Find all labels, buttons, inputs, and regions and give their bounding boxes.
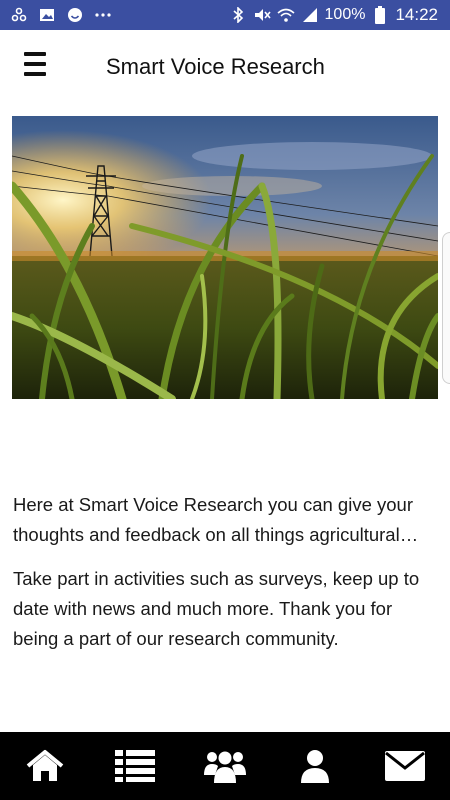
mute-icon	[253, 6, 271, 24]
page-title: Smart Voice Research	[106, 54, 325, 79]
app-header: Smart Voice Research	[0, 30, 450, 102]
sunset-field-image	[12, 116, 438, 399]
nav-mail[interactable]	[375, 736, 435, 796]
battery-icon	[371, 6, 389, 24]
intro-paragraph-2: Take part in activities such as surveys,…	[13, 568, 420, 649]
edge-panel-handle[interactable]	[442, 232, 450, 384]
status-bar: 100% 14:22	[0, 0, 450, 30]
nav-home[interactable]	[15, 736, 75, 796]
clock: 14:22	[395, 5, 438, 24]
nav-profile[interactable]	[285, 736, 345, 796]
hero-image	[12, 116, 438, 399]
bottom-navigation	[0, 732, 450, 800]
pinwheel-icon	[10, 6, 28, 24]
hamburger-menu-icon[interactable]	[24, 52, 46, 76]
nav-list[interactable]	[105, 736, 165, 796]
community-icon	[204, 751, 246, 783]
signal-icon	[301, 6, 319, 24]
mail-icon	[385, 751, 425, 781]
status-left-icons	[0, 6, 112, 24]
battery-percent: 100%	[324, 6, 366, 23]
wifi-icon	[277, 6, 295, 24]
intro-text: Here at Smart Voice Research you can giv…	[13, 490, 438, 668]
image-icon	[38, 6, 56, 24]
list-icon	[115, 750, 155, 782]
nav-community[interactable]	[195, 736, 255, 796]
bluetooth-icon	[229, 6, 247, 24]
more-dots-icon	[94, 6, 112, 24]
home-icon	[26, 750, 64, 781]
intro-paragraph-1: Here at Smart Voice Research you can giv…	[13, 494, 419, 545]
status-right-icons: 100% 14:22	[229, 5, 450, 25]
profile-icon	[301, 750, 329, 783]
smiley-icon	[66, 6, 84, 24]
